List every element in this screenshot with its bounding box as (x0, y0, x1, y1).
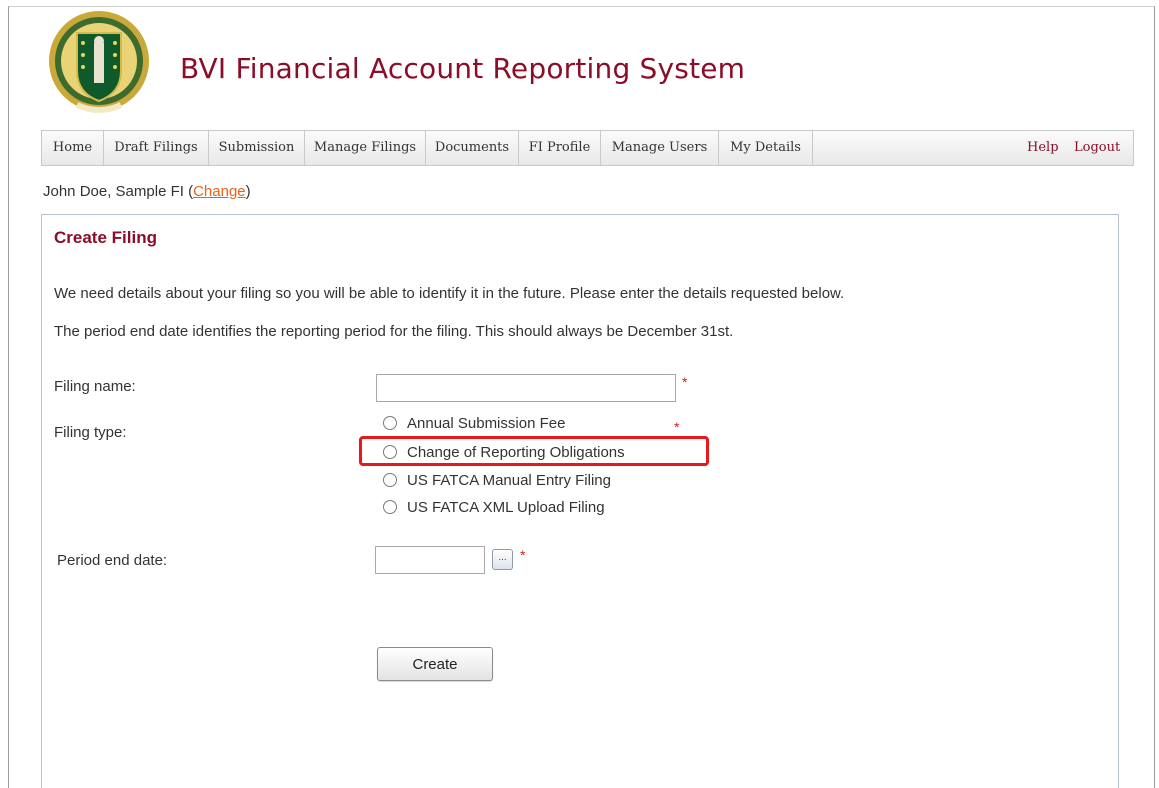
filing-type-option-us-fatca-xml-upload[interactable]: US FATCA XML Upload Filing (383, 497, 605, 517)
nav-my-details[interactable]: My Details (719, 131, 813, 165)
radio-button[interactable] (383, 500, 397, 514)
main-navbar: Home Draft Filings Submission Manage Fil… (41, 130, 1134, 166)
period-end-required-mark: * (520, 547, 526, 563)
radio-button[interactable] (383, 473, 397, 487)
radio-label: Annual Submission Fee (407, 414, 566, 432)
user-line-suffix: ) (245, 183, 251, 200)
filing-type-option-annual-submission-fee[interactable]: Annual Submission Fee (383, 413, 565, 433)
user-name-label: John Doe, Sample FI ( (43, 183, 194, 200)
user-context-line: John Doe, Sample FI (Change) (43, 183, 251, 200)
filing-type-required-mark: * (674, 419, 680, 435)
panel-title: Create Filing (54, 228, 157, 247)
radio-button[interactable] (383, 416, 397, 430)
filing-type-option-us-fatca-manual-entry[interactable]: US FATCA Manual Entry Filing (383, 470, 611, 490)
radio-label: US FATCA Manual Entry Filing (407, 471, 611, 489)
bvi-coat-of-arms-seal-icon (49, 11, 149, 113)
nav-submission[interactable]: Submission (209, 131, 305, 165)
logout-link[interactable]: Logout (1074, 131, 1120, 165)
calendar-picker-button[interactable]: ... (492, 549, 513, 570)
period-end-date-label: Period end date: (57, 552, 168, 569)
nav-draft-filings[interactable]: Draft Filings (104, 131, 209, 165)
filing-name-required-mark: * (682, 374, 688, 390)
create-button[interactable]: Create (377, 647, 493, 681)
filing-type-label: Filing type: (54, 424, 127, 441)
nav-manage-filings[interactable]: Manage Filings (305, 131, 426, 165)
change-fi-link[interactable]: Change (193, 183, 246, 200)
intro-paragraph-1: We need details about your filing so you… (54, 285, 845, 302)
highlight-annotation-box (359, 436, 709, 466)
nav-fi-profile[interactable]: FI Profile (519, 131, 601, 165)
nav-home[interactable]: Home (42, 131, 104, 165)
filing-name-label: Filing name: (54, 378, 136, 395)
intro-paragraph-2: The period end date identifies the repor… (54, 323, 734, 340)
nav-documents[interactable]: Documents (426, 131, 519, 165)
filing-name-input[interactable] (376, 374, 676, 402)
period-end-date-input[interactable] (375, 546, 485, 574)
site-title: BVI Financial Account Reporting System (180, 52, 746, 85)
nav-manage-users[interactable]: Manage Users (601, 131, 719, 165)
help-link[interactable]: Help (1027, 131, 1059, 165)
radio-label: US FATCA XML Upload Filing (407, 498, 605, 516)
